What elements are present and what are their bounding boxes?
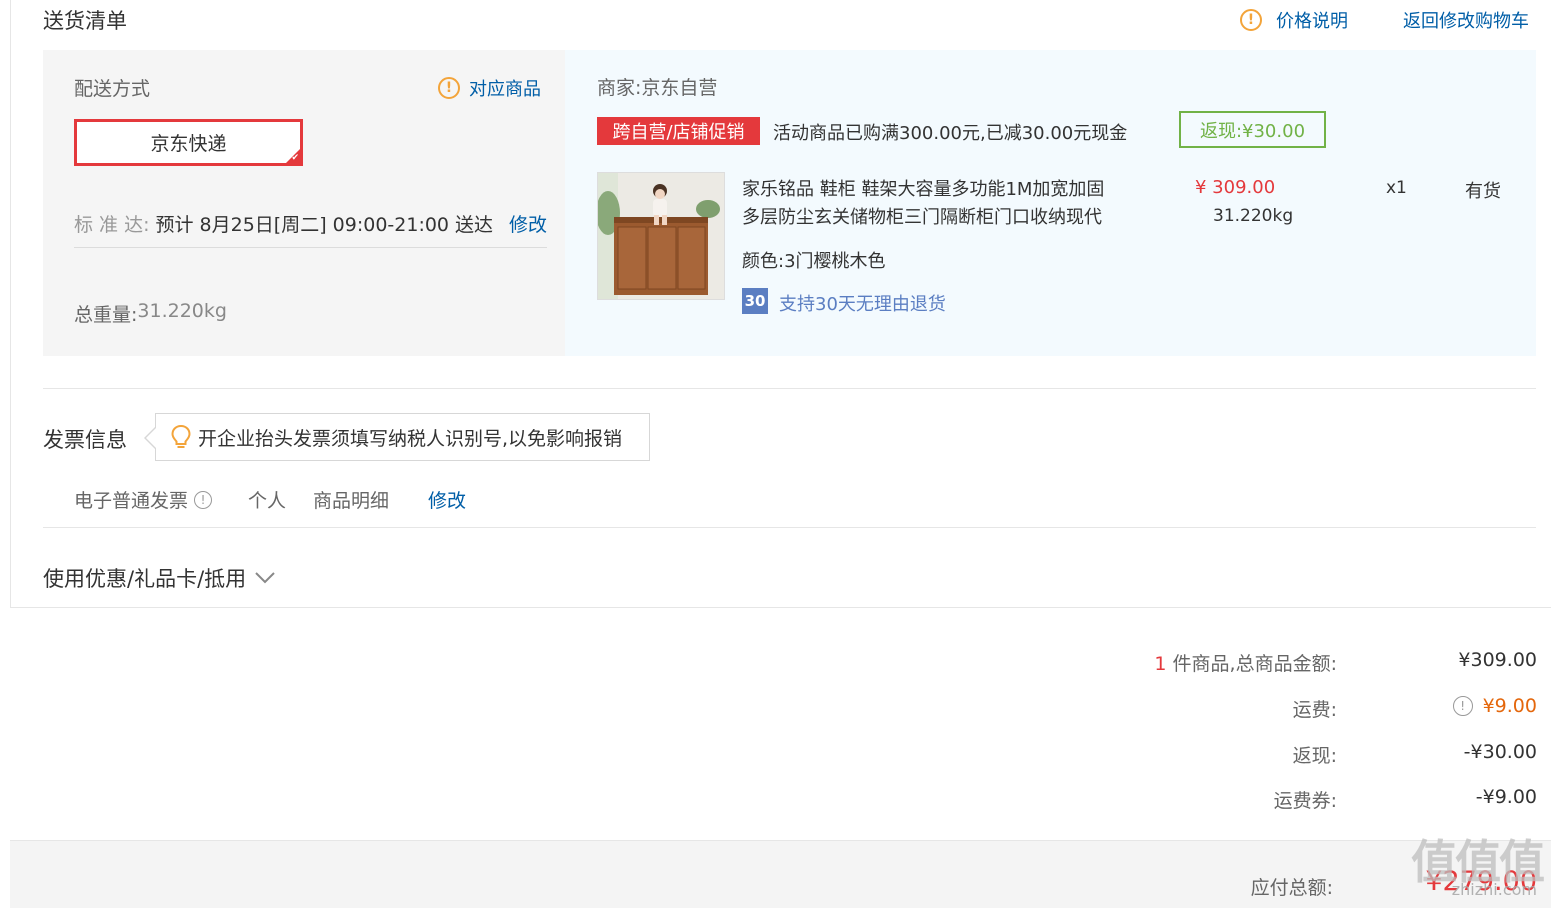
goods-total-row: 1 件商品,总商品金额: xyxy=(1037,649,1337,676)
product-title-line-1[interactable]: 家乐铭品 鞋柜 鞋架大容量多功能1M加宽加固 xyxy=(742,175,1104,201)
invoice-content: 商品明细 xyxy=(313,490,390,512)
promo-text: 活动商品已购满300.00元,已减30.00元现金 xyxy=(773,123,1128,144)
coupon-toggle[interactable]: 使用优惠/礼品卡/抵用 xyxy=(43,563,276,593)
matching-items-label: 对应商品 xyxy=(469,79,541,100)
total-weight-label: 总重量: xyxy=(74,304,138,326)
item-count-label: 件商品,总商品金额: xyxy=(1172,653,1337,675)
info-icon[interactable]: ! xyxy=(194,490,213,509)
section-title-invoice: 发票信息 xyxy=(43,428,127,452)
invoice-tip: 开企业抬头发票须填写纳税人识别号,以免影响报销 xyxy=(144,413,650,461)
divider xyxy=(43,388,1536,389)
back-to-cart-link[interactable]: 返回修改购物车 xyxy=(1403,7,1529,33)
product-color: 颜色:3门樱桃木色 xyxy=(742,251,886,272)
rebate-badge: 返现:¥30.00 xyxy=(1179,111,1326,148)
delivery-option-label: 京东快递 xyxy=(150,133,227,155)
product-weight: 31.220kg xyxy=(1213,206,1294,226)
divider xyxy=(74,247,547,248)
goods-total-value: ¥309.00 xyxy=(1458,649,1537,671)
rebate-value: -¥30.00 xyxy=(1463,741,1537,763)
shoe-cabinet-image xyxy=(598,173,724,299)
stock-status: 有货 xyxy=(1465,181,1501,202)
voucher-label: 运费券: xyxy=(1273,790,1337,812)
promo-tag: 跨自营/店铺促销 xyxy=(597,117,760,145)
price-note-label: 价格说明 xyxy=(1276,11,1348,32)
chevron-down-icon xyxy=(255,572,275,584)
modify-delivery-link[interactable]: 修改 xyxy=(509,210,547,237)
delivery-eta: 预计 8月25日[周二] 09:00-21:00 送达 xyxy=(155,214,494,236)
return-policy-text: 支持30天无理由退货 xyxy=(779,294,946,315)
price-note-link[interactable]: ! 价格说明 xyxy=(1240,7,1348,33)
delivery-option-jd-express[interactable]: 京东快递 ✔ xyxy=(74,119,303,166)
warning-icon: ! xyxy=(438,77,460,99)
rebate-label: 返现: xyxy=(1292,745,1337,767)
matching-items-link[interactable]: ! 对应商品 xyxy=(438,75,541,101)
product-title-line-2[interactable]: 多层防尘玄关储物柜三门隔断柜门口收纳现代 xyxy=(742,203,1102,229)
payable-label: 应付总额: xyxy=(1250,877,1333,899)
invoice-type: 电子普通发票 ! xyxy=(74,486,213,513)
product-image[interactable] xyxy=(597,172,725,300)
standard-delivery-label: 标 准 达: xyxy=(74,214,150,236)
watermark-url: zhizhi.com xyxy=(1451,880,1537,899)
return-policy-icon: 30 xyxy=(742,288,768,314)
invoice-holder: 个人 xyxy=(248,490,287,512)
voucher-value: -¥9.00 xyxy=(1475,786,1537,808)
total-weight-row: 总重量: 31.220kg xyxy=(74,300,227,327)
merchant-name: 商家:京东自营 xyxy=(597,77,718,99)
lightbulb-icon xyxy=(171,424,191,448)
product-quantity: x1 xyxy=(1386,178,1407,198)
shipping-fee-value: ¥9.00 xyxy=(1482,695,1537,717)
shipping-method-label: 配送方式 xyxy=(74,78,151,100)
divider xyxy=(43,527,1536,528)
section-title-shipping-list: 送货清单 xyxy=(43,9,127,33)
warning-icon: ! xyxy=(1240,9,1262,31)
modify-invoice-link[interactable]: 修改 xyxy=(428,486,466,513)
delivery-eta-row: 标 准 达: 预计 8月25日[周二] 09:00-21:00 送达 xyxy=(74,210,493,237)
invoice-tip-text: 开企业抬头发票须填写纳税人识别号,以免影响报销 xyxy=(198,427,623,450)
invoice-type-label: 电子普通发票 xyxy=(74,490,189,512)
shipping-fee-label: 运费: xyxy=(1292,699,1337,721)
total-weight-value: 31.220kg xyxy=(137,300,227,322)
check-icon: ✔ xyxy=(291,153,299,163)
shipping-fee-row: ! ¥9.00 xyxy=(1337,695,1537,717)
item-count: 1 xyxy=(1154,653,1167,675)
coupon-label: 使用优惠/礼品卡/抵用 xyxy=(43,567,247,591)
product-price: ¥ 309.00 xyxy=(1195,177,1276,198)
info-icon[interactable]: ! xyxy=(1452,696,1473,716)
